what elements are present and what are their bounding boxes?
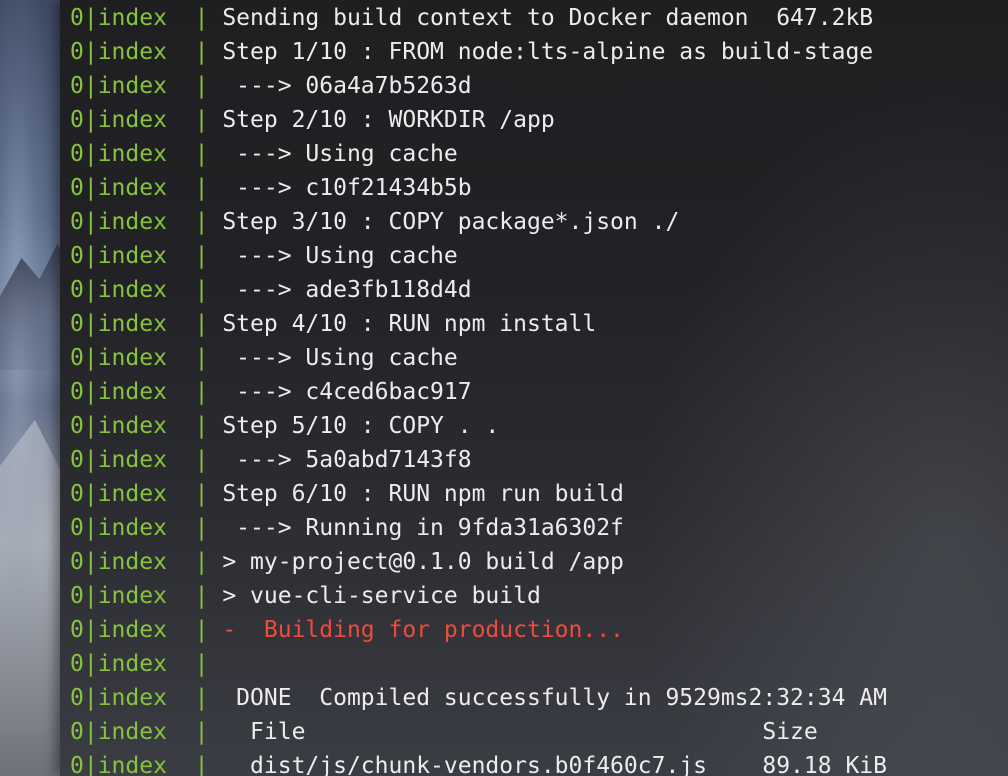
process-prefix: 0|index | <box>70 209 223 235</box>
terminal-line: 0|index | Sending build context to Docke… <box>70 1 887 35</box>
process-prefix: 0|index | <box>70 651 223 677</box>
terminal-line: 0|index | DONE Compiled successfully in … <box>70 681 887 715</box>
terminal-line: 0|index | ---> 06a4a7b5263d <box>70 69 887 103</box>
log-message: > vue-cli-service build <box>222 583 541 609</box>
terminal-line: 0|index | dist/js/chunk-vendors.b0f460c7… <box>70 749 887 776</box>
process-prefix: 0|index | <box>70 311 223 337</box>
desktop: 0|index | Sending build context to Docke… <box>0 0 1008 776</box>
terminal-line: 0|index | <box>70 647 887 681</box>
process-prefix: 0|index | <box>70 175 223 201</box>
process-prefix: 0|index | <box>70 447 223 473</box>
log-message: DONE Compiled successfully in 9529ms2:32… <box>222 685 887 711</box>
terminal-line: 0|index | Step 6/10 : RUN npm run build <box>70 477 887 511</box>
terminal-line: 0|index | ---> Using cache <box>70 341 887 375</box>
log-message: Sending build context to Docker daemon 6… <box>222 5 874 31</box>
process-prefix: 0|index | <box>70 345 223 371</box>
process-prefix: 0|index | <box>70 685 223 711</box>
log-message: ---> Running in 9fda31a6302f <box>222 515 624 541</box>
terminal-line: 0|index | ---> ade3fb118d4d <box>70 273 887 307</box>
terminal-line: 0|index | ---> Using cache <box>70 137 887 171</box>
terminal-line: 0|index | ---> 5a0abd7143f8 <box>70 443 887 477</box>
process-prefix: 0|index | <box>70 617 223 643</box>
terminal-line: 0|index | ---> c4ced6bac917 <box>70 375 887 409</box>
log-message: > my-project@0.1.0 build /app <box>222 549 624 575</box>
process-prefix: 0|index | <box>70 719 223 745</box>
log-message: ---> Using cache <box>222 243 458 269</box>
log-message-error: - Building for production... <box>222 617 624 643</box>
log-message: ---> ade3fb118d4d <box>222 277 472 303</box>
terminal-line: 0|index | Step 1/10 : FROM node:lts-alpi… <box>70 35 887 69</box>
terminal-line: 0|index | > my-project@0.1.0 build /app <box>70 545 887 579</box>
log-message: ---> c4ced6bac917 <box>222 379 472 405</box>
process-prefix: 0|index | <box>70 5 223 31</box>
log-message: ---> 5a0abd7143f8 <box>222 447 472 473</box>
log-message: Step 3/10 : COPY package*.json ./ <box>222 209 680 235</box>
terminal-window[interactable]: 0|index | Sending build context to Docke… <box>60 0 1008 776</box>
log-message: Step 5/10 : COPY . . <box>222 413 500 439</box>
process-prefix: 0|index | <box>70 141 223 167</box>
process-prefix: 0|index | <box>70 277 223 303</box>
process-prefix: 0|index | <box>70 379 223 405</box>
log-message: Step 2/10 : WORKDIR /app <box>222 107 555 133</box>
log-message: ---> Using cache <box>222 345 458 371</box>
process-prefix: 0|index | <box>70 753 223 776</box>
process-prefix: 0|index | <box>70 107 223 133</box>
process-prefix: 0|index | <box>70 243 223 269</box>
desktop-wallpaper <box>0 0 90 776</box>
log-message: Step 1/10 : FROM node:lts-alpine as buil… <box>222 39 874 65</box>
log-message: Step 4/10 : RUN npm install <box>222 311 597 337</box>
log-message: dist/js/chunk-vendors.b0f460c7.js 89.18 … <box>222 753 887 776</box>
terminal-line: 0|index | ---> Using cache <box>70 239 887 273</box>
terminal-line: 0|index | Step 5/10 : COPY . . <box>70 409 887 443</box>
process-prefix: 0|index | <box>70 481 223 507</box>
log-message: ---> Using cache <box>222 141 458 167</box>
terminal-line: 0|index | - Building for production... <box>70 613 887 647</box>
log-message: File Size <box>222 719 818 745</box>
terminal-line: 0|index | Step 2/10 : WORKDIR /app <box>70 103 887 137</box>
log-message: ---> c10f21434b5b <box>222 175 472 201</box>
terminal-line: 0|index | Step 4/10 : RUN npm install <box>70 307 887 341</box>
terminal-line: 0|index | ---> c10f21434b5b <box>70 171 887 205</box>
process-prefix: 0|index | <box>70 515 223 541</box>
process-prefix: 0|index | <box>70 583 223 609</box>
process-prefix: 0|index | <box>70 413 223 439</box>
log-message: Step 6/10 : RUN npm run build <box>222 481 624 507</box>
log-message: ---> 06a4a7b5263d <box>222 73 472 99</box>
process-prefix: 0|index | <box>70 39 223 65</box>
terminal-line: 0|index | ---> Running in 9fda31a6302f <box>70 511 887 545</box>
process-prefix: 0|index | <box>70 73 223 99</box>
process-prefix: 0|index | <box>70 549 223 575</box>
terminal-line: 0|index | Step 3/10 : COPY package*.json… <box>70 205 887 239</box>
terminal-line: 0|index | File Size <box>70 715 887 749</box>
terminal-line: 0|index | > vue-cli-service build <box>70 579 887 613</box>
terminal-output[interactable]: 0|index | Sending build context to Docke… <box>70 1 887 776</box>
